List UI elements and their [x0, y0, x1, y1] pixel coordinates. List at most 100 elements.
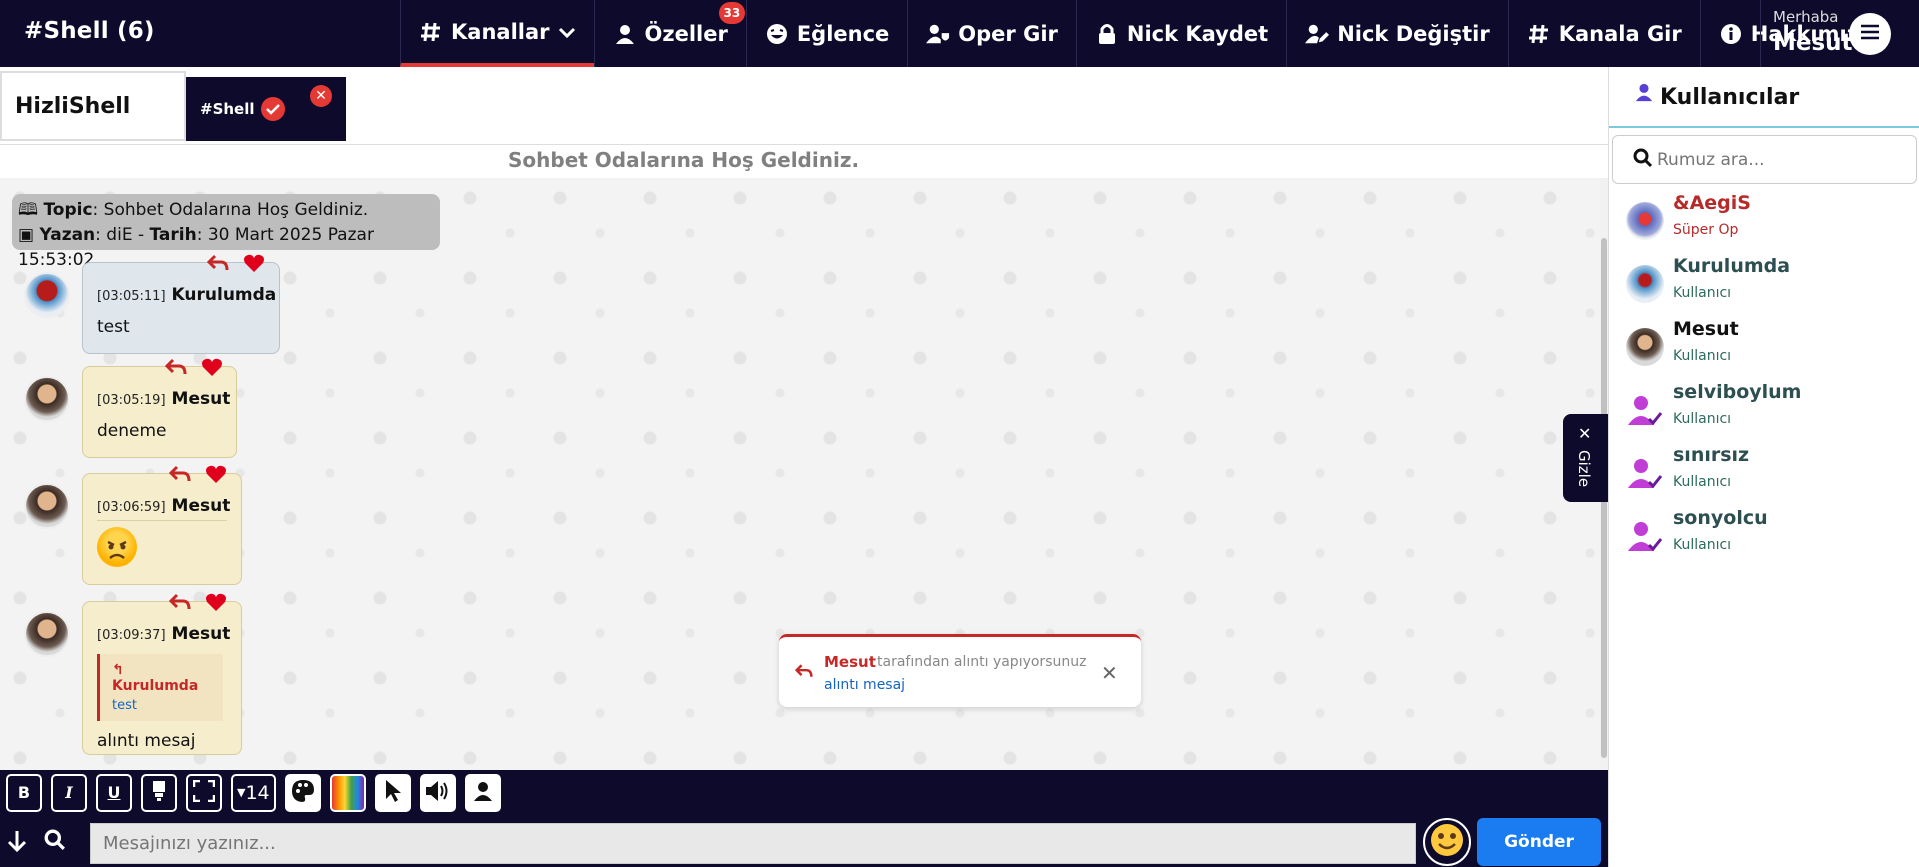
arrow-down-icon[interactable]	[6, 829, 28, 857]
quoted-text: test	[112, 698, 137, 713]
search-icon	[1633, 148, 1653, 172]
nav-kanala-gir[interactable]: Kanala Gir	[1507, 0, 1700, 67]
message-nick[interactable]: Mesut	[172, 624, 231, 644]
user-search-box[interactable]	[1612, 135, 1917, 184]
nav-ozeller[interactable]: Özeller 33	[593, 0, 746, 67]
avatar[interactable]	[24, 376, 70, 422]
close-icon[interactable]: ✕	[1101, 661, 1118, 685]
user-list-item[interactable]: &AegiS Süper Op	[1609, 192, 1919, 255]
user-list-item[interactable]: sonyolcu Kullanıcı	[1609, 507, 1919, 570]
smiley-icon	[1429, 822, 1465, 862]
expand-icon	[192, 779, 216, 806]
author-label: Yazan	[39, 225, 96, 245]
underline-button[interactable]: U	[96, 773, 132, 812]
reply-icon	[794, 663, 813, 683]
user-list: &AegiS Süper Op Kurulumda Kullanıcı Mesu…	[1609, 192, 1919, 570]
user-list-item[interactable]: selviboylum Kullanıcı	[1609, 381, 1919, 444]
message-text: deneme	[97, 421, 167, 441]
user-search-input[interactable]	[1657, 149, 1897, 170]
close-tab-button[interactable]: ✕	[310, 85, 332, 107]
hamburger-menu-button[interactable]	[1849, 13, 1891, 55]
message-bubble: [03:06:59] Mesut	[82, 465, 242, 585]
message-actions	[206, 253, 265, 277]
message-bubble: [03:05:11] Kurulumda test	[82, 254, 280, 354]
main-nav: Kanallar Özeller 33 Eğlence Oper Gir Nic…	[400, 0, 1906, 67]
reply-notice-quote: alıntı mesaj	[824, 677, 906, 693]
close-icon: ✕	[1578, 424, 1592, 443]
user-name: selviboylum	[1673, 381, 1802, 403]
emoji-picker-button[interactable]	[1423, 818, 1471, 866]
heart-icon[interactable]	[205, 592, 227, 616]
user-role: Kullanıcı	[1673, 537, 1732, 553]
message-nick[interactable]: Mesut	[172, 496, 231, 516]
tab-channel[interactable]: #Shell ✕	[186, 77, 346, 141]
reply-icon[interactable]	[168, 465, 191, 487]
fullscreen-button[interactable]	[186, 773, 222, 812]
sound-button[interactable]	[419, 773, 456, 812]
brand-title[interactable]: #Shell (6)	[24, 18, 155, 44]
avatar[interactable]	[24, 611, 70, 657]
user-icon	[1634, 81, 1654, 107]
user-list-item[interactable]: Kurulumda Kullanıcı	[1609, 255, 1919, 318]
message-nick[interactable]: Kurulumda	[172, 285, 277, 305]
laugh-icon	[765, 22, 789, 46]
reply-notice-text: tarafından alıntı yapıyorsunuz	[877, 654, 1087, 670]
message-time: [03:05:19]	[97, 393, 166, 408]
user-list-item[interactable]: Mesut Kullanıcı	[1609, 318, 1919, 381]
heart-icon[interactable]	[243, 253, 265, 277]
quoted-message[interactable]: ↰ Kurulumda test	[97, 654, 223, 721]
profile-button[interactable]	[464, 773, 501, 812]
users-panel-header: Kullanıcılar	[1609, 67, 1919, 128]
info-icon	[1719, 22, 1743, 46]
cursor-button[interactable]	[374, 773, 411, 812]
hide-label: Gizle	[1575, 450, 1593, 488]
message-time: [03:09:37]	[97, 628, 166, 643]
message-nick[interactable]: Mesut	[172, 389, 231, 409]
current-username: Mesut	[1773, 30, 1853, 56]
user-role: Kullanıcı	[1673, 474, 1732, 490]
user-greeting: Merhaba Mesut	[1760, 0, 1919, 67]
user-list-item[interactable]: sınırsız Kullanıcı	[1609, 444, 1919, 507]
send-button[interactable]: Gönder	[1477, 818, 1601, 866]
reply-icon[interactable]	[206, 254, 229, 276]
greeting-text: Merhaba	[1773, 8, 1839, 26]
nav-nick-degistir[interactable]: Nick Değiştir	[1286, 0, 1508, 67]
user-name: &AegiS	[1673, 192, 1751, 214]
message-input[interactable]	[90, 823, 1416, 864]
nav-label: Oper Gir	[958, 21, 1058, 46]
hide-userlist-button[interactable]: ✕ Gizle	[1563, 414, 1608, 502]
italic-button[interactable]: I	[51, 773, 87, 812]
avatar[interactable]	[24, 483, 70, 529]
nav-oper-gir[interactable]: Oper Gir	[907, 0, 1076, 67]
avatar	[1626, 265, 1664, 303]
reply-notice-nick: Mesut	[824, 653, 876, 671]
user-name: Kurulumda	[1673, 255, 1791, 277]
message-time: [03:06:59]	[97, 500, 166, 515]
users-panel: Kullanıcılar &AegiS Süper Op Kurulumda K…	[1608, 67, 1919, 867]
user-name: sonyolcu	[1673, 507, 1768, 529]
quoted-nick: Kurulumda	[112, 678, 199, 694]
nav-nick-kaydet[interactable]: Nick Kaydet	[1075, 0, 1286, 67]
hash-icon	[1527, 22, 1551, 46]
reply-icon[interactable]	[164, 358, 187, 380]
topic-label: Topic	[43, 200, 93, 220]
reply-icon: ↰	[112, 662, 124, 678]
color-palette-button[interactable]	[284, 773, 321, 812]
date-label: Tarih	[149, 225, 197, 245]
id-card-icon: ▣	[18, 225, 35, 245]
avatar[interactable]	[24, 272, 70, 318]
user-check-icon	[1626, 391, 1664, 429]
search-icon[interactable]	[44, 829, 66, 855]
font-size-select[interactable]: ▼ 14	[231, 773, 276, 812]
rainbow-text-button[interactable]	[329, 773, 366, 812]
bold-button[interactable]: B	[6, 773, 42, 812]
highlight-button[interactable]	[141, 773, 177, 812]
heart-icon[interactable]	[205, 464, 227, 488]
nav-eglence[interactable]: Eğlence	[745, 0, 907, 67]
nav-kanallar[interactable]: Kanallar	[400, 0, 594, 67]
tab-home[interactable]: HizliShell	[0, 71, 186, 141]
user-edit-icon	[1305, 22, 1330, 46]
nav-label: Eğlence	[796, 21, 890, 46]
heart-icon[interactable]	[201, 357, 223, 381]
reply-icon[interactable]	[168, 593, 191, 615]
